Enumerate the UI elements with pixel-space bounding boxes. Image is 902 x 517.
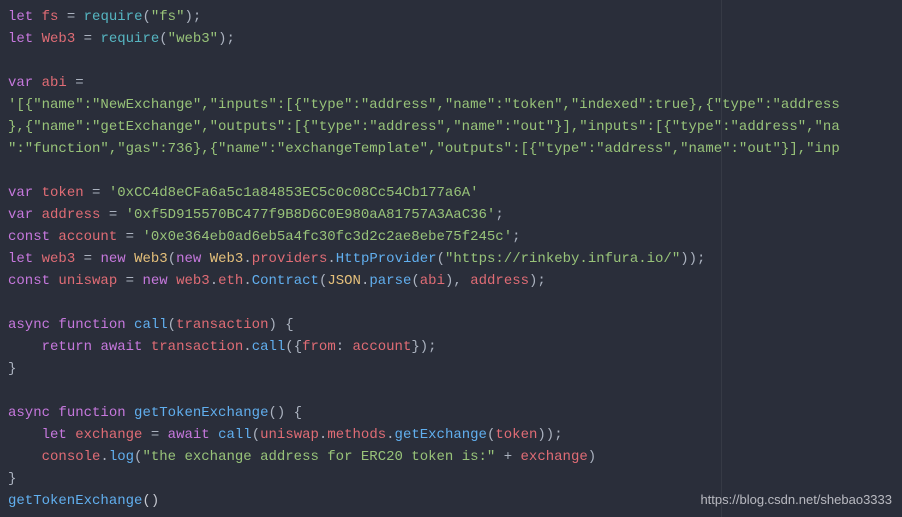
code-line: var abi =: [8, 75, 84, 91]
code-line: async function getTokenExchange() {: [8, 405, 302, 421]
code-line: var token = '0xCC4d8eCFa6a5c1a84853EC5c0…: [8, 185, 479, 201]
code-line: }: [8, 361, 16, 377]
code-line: '[{"name":"NewExchange","inputs":[{"type…: [8, 97, 840, 113]
code-line: return await transaction.call({from: acc…: [8, 339, 437, 355]
code-line: let web3 = new Web3(new Web3.providers.H…: [8, 251, 705, 267]
code-line: getTokenExchange(): [8, 493, 159, 509]
code-line: const uniswap = new web3.eth.Contract(JS…: [8, 273, 546, 289]
code-line: async function call(transaction) {: [8, 317, 294, 333]
code-line: var address = '0xf5D915570BC477f9B8D6C0E…: [8, 207, 504, 223]
code-editor[interactable]: let fs = require("fs"); let Web3 = requi…: [0, 0, 902, 517]
code-line: console.log("the exchange address for ER…: [8, 449, 596, 465]
code-line: let exchange = await call(uniswap.method…: [8, 427, 563, 443]
code-line: const account = '0x0e364eb0ad6eb5a4fc30f…: [8, 229, 521, 245]
code-line: ":"function","gas":736},{"name":"exchang…: [8, 141, 840, 157]
code-line: let Web3 = require("web3");: [8, 31, 235, 47]
code-line: },{"name":"getExchange","outputs":[{"typ…: [8, 119, 840, 135]
code-line: }: [8, 471, 16, 487]
code-line: let fs = require("fs");: [8, 9, 201, 25]
